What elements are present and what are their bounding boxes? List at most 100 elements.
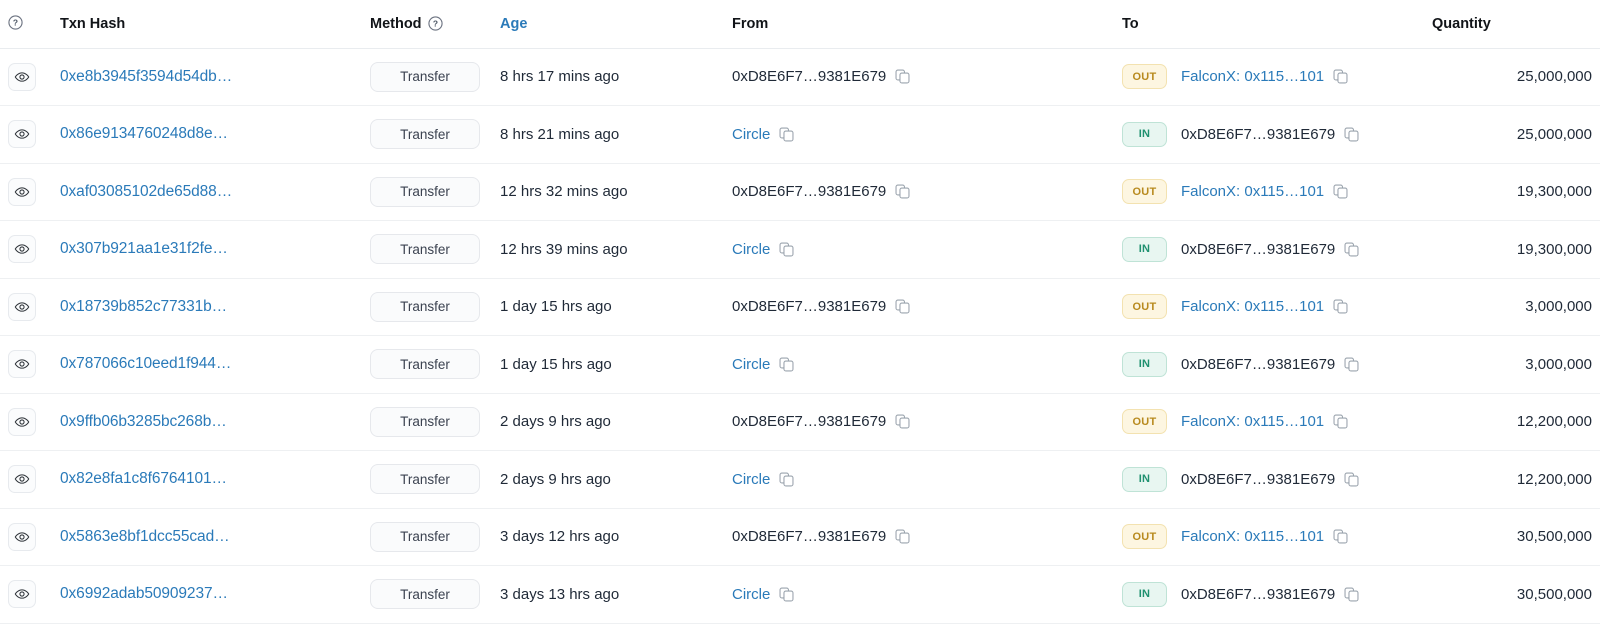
copy-icon[interactable] [895,299,910,314]
txn-hash-link[interactable]: 0x82e8fa1c8f6764101… [60,470,227,487]
copy-icon[interactable] [779,472,794,487]
copy-icon[interactable] [1344,587,1359,602]
eye-icon[interactable] [8,120,36,149]
method-cell: Transfer [362,508,492,566]
from-address: 0xD8E6F7…9381E679 [732,68,887,86]
row-preview-cell [0,220,52,279]
txn-hash-link[interactable]: 0x86e9134760248d8e… [60,125,228,142]
eye-icon[interactable] [8,235,36,264]
method-cell: Transfer [362,278,492,336]
from-entity-link[interactable]: Circle [732,471,770,488]
method-badge[interactable]: Transfer [370,464,480,495]
column-header-eye: ? [0,0,52,49]
method-cell: Transfer [362,48,492,106]
from-address: 0xD8E6F7…9381E679 [732,528,887,546]
method-badge[interactable]: Transfer [370,521,480,552]
copy-icon[interactable] [1344,357,1359,372]
copy-icon[interactable] [779,587,794,602]
column-header-method: Method ? [362,0,492,49]
age-cell: 3 days 12 hrs ago [492,508,724,566]
column-header-from: From [724,0,1114,49]
to-entity-link[interactable]: FalconX: 0x115…101 [1181,528,1324,545]
txn-hash-link[interactable]: 0x307b921aa1e31f2fe… [60,240,228,257]
column-header-method-label: Method [370,15,422,32]
copy-icon[interactable] [1344,127,1359,142]
txn-hash-link[interactable]: 0x6992adab50909237… [60,585,228,602]
to-address: 0xD8E6F7…9381E679 [1181,470,1336,488]
txn-hash-link[interactable]: 0x5863e8bf1dcc55cad… [60,528,230,545]
method-cell: Transfer [362,220,492,279]
from-cell: Circle [724,335,1114,394]
method-badge[interactable]: Transfer [370,579,480,610]
from-entity-link[interactable]: Circle [732,356,770,373]
table-row: 0x5863e8bf1dcc55cad… Transfer 3 days 12 hr… [0,508,1600,566]
method-badge[interactable]: Transfer [370,234,480,265]
method-badge[interactable]: Transfer [370,61,480,92]
copy-icon[interactable] [1333,414,1348,429]
copy-icon[interactable] [779,127,794,142]
copy-icon[interactable] [779,242,794,257]
method-badge[interactable]: Transfer [370,119,480,150]
column-header-age[interactable]: Age [492,0,724,49]
to-entity-link[interactable]: FalconX: 0x115…101 [1181,68,1324,85]
txn-hash-link[interactable]: 0x18739b852c77331b… [60,298,227,315]
copy-icon[interactable] [779,357,794,372]
direction-badge: IN [1122,466,1167,492]
copy-icon[interactable] [1333,184,1348,199]
quantity-cell: 3,000,000 [1424,278,1600,336]
method-badge[interactable]: Transfer [370,406,480,437]
age-cell: 1 day 15 hrs ago [492,278,724,336]
method-badge[interactable]: Transfer [370,291,480,322]
copy-icon[interactable] [1333,529,1348,544]
eye-icon[interactable] [8,350,36,379]
direction-badge: OUT [1122,294,1167,320]
from-entity-link[interactable]: Circle [732,126,770,143]
method-badge[interactable]: Transfer [370,349,480,380]
copy-icon[interactable] [895,414,910,429]
copy-icon[interactable] [1344,242,1359,257]
copy-icon[interactable] [895,529,910,544]
to-entity-link[interactable]: FalconX: 0x115…101 [1181,413,1324,430]
copy-icon[interactable] [1333,69,1348,84]
column-header-age-label[interactable]: Age [500,16,527,32]
question-circle-icon[interactable]: ? [427,16,443,31]
copy-icon[interactable] [895,184,910,199]
eye-icon[interactable] [8,62,36,91]
txn-hash-link[interactable]: 0xaf03085102de65d88… [60,183,232,200]
question-circle-icon[interactable]: ? [8,15,23,30]
column-header-txn-hash-label: Txn Hash [60,15,126,32]
row-preview-cell [0,335,52,394]
row-preview-cell [0,450,52,509]
row-preview-cell [0,393,52,451]
eye-icon[interactable] [8,177,36,206]
direction-badge: OUT [1122,524,1167,550]
to-entity-link[interactable]: FalconX: 0x115…101 [1181,298,1324,315]
copy-icon[interactable] [895,69,910,84]
age-cell: 3 days 13 hrs ago [492,565,724,624]
to-cell: IN 0xD8E6F7…9381E679 [1114,450,1424,509]
from-entity-link[interactable]: Circle [732,586,770,603]
txn-hash-link[interactable]: 0x787066c10eed1f944… [60,355,231,372]
from-cell: Circle [724,220,1114,279]
method-badge[interactable]: Transfer [370,176,480,207]
copy-icon[interactable] [1344,472,1359,487]
copy-icon[interactable] [1333,299,1348,314]
table-row: 0xe8b3945f3594d54db… Transfer 8 hrs 17 min… [0,48,1600,106]
txn-hash-link[interactable]: 0x9ffb06b3285bc268b… [60,413,227,430]
quantity-cell: 12,200,000 [1424,450,1600,509]
column-header-quantity: Quantity [1424,0,1600,49]
eye-icon[interactable] [8,465,36,494]
txn-hash-cell: 0x86e9134760248d8e… [52,105,362,164]
eye-icon[interactable] [8,522,36,551]
txn-hash-link[interactable]: 0xe8b3945f3594d54db… [60,68,232,85]
to-entity-link[interactable]: FalconX: 0x115…101 [1181,183,1324,200]
eye-icon[interactable] [8,407,36,436]
from-entity-link[interactable]: Circle [732,241,770,258]
eye-icon[interactable] [8,580,36,609]
eye-icon[interactable] [8,292,36,321]
to-cell: IN 0xD8E6F7…9381E679 [1114,565,1424,624]
svg-text:?: ? [13,18,18,28]
column-header-quantity-label: Quantity [1432,15,1491,32]
to-cell: OUT FalconX: 0x115…101 [1114,508,1424,566]
from-cell: 0xD8E6F7…9381E679 [724,508,1114,566]
